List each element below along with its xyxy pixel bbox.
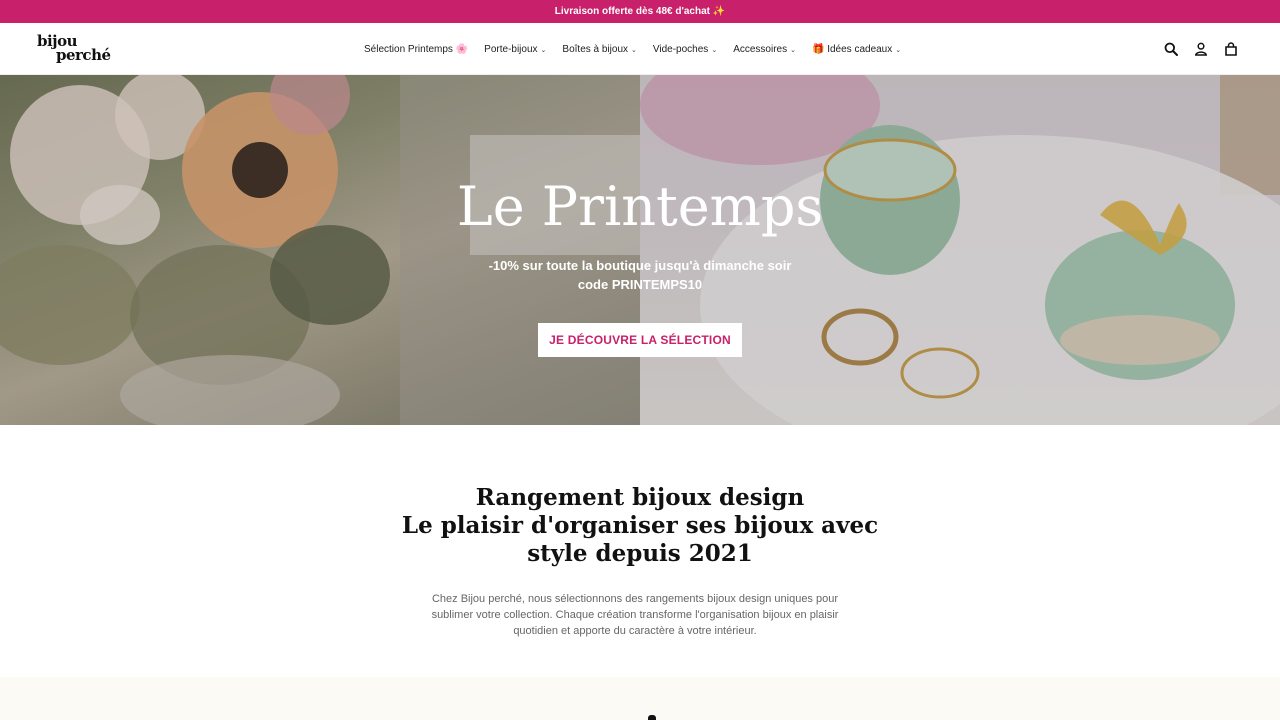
- hero-subtitle: -10% sur toute la boutique jusqu'à diman…: [0, 256, 1280, 294]
- search-icon[interactable]: [1164, 42, 1178, 56]
- nav-item-label: Vide-poches: [652, 43, 709, 55]
- nav-item-label: Porte-bijoux: [484, 43, 538, 55]
- nav-item-label: Accessoires: [733, 43, 788, 55]
- next-section-heading-fragment: [648, 715, 656, 720]
- chevron-down-icon: ⌄: [631, 47, 637, 54]
- hero-subtitle-line-1: -10% sur toute la boutique jusqu'à diman…: [488, 258, 792, 273]
- intro-title-line-3: style depuis 2021: [527, 540, 753, 567]
- announcement-bar: Livraison offerte dès 48€ d'achat ✨: [0, 0, 1280, 23]
- nav-item-label: 🎁 Idées cadeaux: [811, 43, 893, 55]
- next-section: [0, 677, 1280, 720]
- chevron-down-icon: ⌄: [790, 47, 796, 54]
- intro-title-line-2: Le plaisir d'organiser ses bijoux avec: [401, 512, 879, 539]
- discover-selection-button[interactable]: JE DÉCOUVRE LA SÉLECTION: [538, 323, 742, 357]
- hero-overlay: [0, 75, 1280, 425]
- nav-item-label: Boîtes à bijoux: [562, 43, 629, 55]
- site-header: bijou perché Sélection Printemps 🌸 Porte…: [0, 23, 1280, 75]
- hero-banner: Le Printemps -10% sur toute la boutique …: [0, 75, 1280, 425]
- intro-title: Rangement bijoux design Le plaisir d'org…: [0, 484, 1280, 568]
- logo-line-2: perché: [56, 46, 111, 64]
- chevron-down-icon: ⌄: [895, 47, 902, 54]
- nav-item-vide-poches[interactable]: Vide-poches ⌄: [645, 44, 725, 55]
- nav-item-accessoires[interactable]: Accessoires ⌄: [725, 44, 804, 55]
- nav-item-idees-cadeaux[interactable]: 🎁 Idées cadeaux ⌄: [804, 44, 909, 55]
- site-logo[interactable]: bijou perché: [37, 34, 117, 66]
- chevron-down-icon: ⌄: [540, 47, 547, 54]
- hero-title: Le Printemps: [456, 175, 824, 238]
- intro-title-line-1: Rangement bijoux design: [475, 484, 805, 511]
- hero-subtitle-line-2: code PRINTEMPS10: [577, 277, 703, 292]
- nav-item-label: Sélection Printemps 🌸: [364, 43, 469, 55]
- chevron-down-icon: ⌄: [711, 47, 718, 54]
- intro-text: Chez Bijou perché, nous sélectionnons de…: [431, 593, 839, 637]
- cart-icon[interactable]: [1224, 42, 1238, 56]
- header-icons: [1164, 23, 1238, 75]
- nav-item-porte-bijoux[interactable]: Porte-bijoux ⌄: [476, 44, 554, 55]
- nav-item-selection-printemps[interactable]: Sélection Printemps 🌸: [362, 44, 476, 55]
- announcement-text: Livraison offerte dès 48€ d'achat ✨: [554, 6, 726, 17]
- main-nav: Sélection Printemps 🌸 Porte-bijoux ⌄ Boî…: [362, 23, 909, 75]
- nav-item-boites-a-bijoux[interactable]: Boîtes à bijoux ⌄: [554, 44, 644, 55]
- account-icon[interactable]: [1194, 42, 1208, 56]
